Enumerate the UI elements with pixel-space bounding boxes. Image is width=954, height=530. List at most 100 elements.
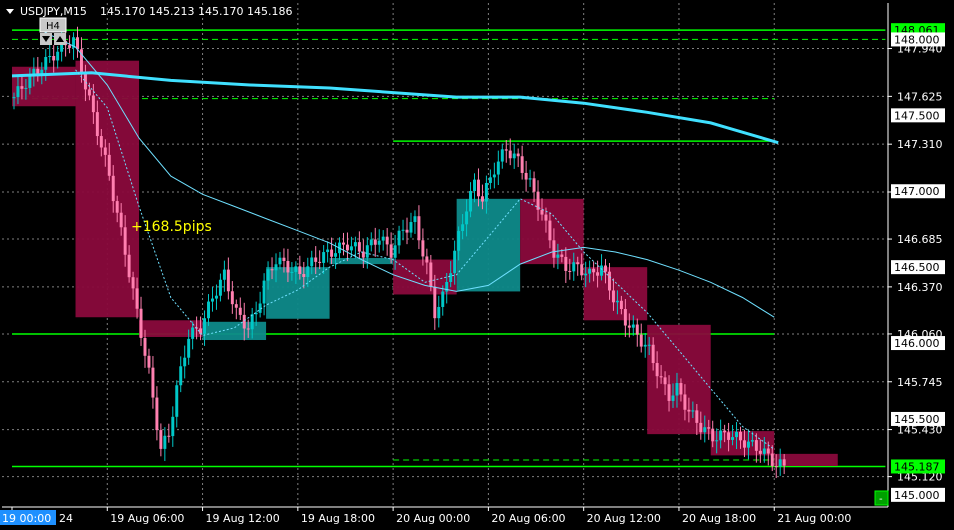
- candle-up: [262, 280, 266, 304]
- candle-down: [766, 448, 770, 454]
- candle-up: [294, 266, 298, 272]
- candle-down: [135, 288, 139, 309]
- candle-down: [576, 262, 580, 265]
- chart-header: USDJPY,M15 145.170 145.213 145.170 145.1…: [6, 5, 292, 18]
- price-chart[interactable]: 147.940147.625147.310146.995146.685146.3…: [0, 0, 954, 530]
- candle-down: [151, 367, 155, 398]
- candle-down: [318, 261, 322, 263]
- pips-annotation: +168.5pips: [131, 219, 212, 235]
- candle-down: [655, 363, 659, 377]
- y-tick-label: 146.370: [897, 281, 943, 294]
- candle-down: [52, 56, 56, 61]
- candle-down: [91, 95, 95, 113]
- candle-down: [758, 450, 762, 454]
- candle-up: [222, 269, 226, 280]
- candle-down: [270, 269, 274, 271]
- candle-down: [167, 435, 171, 437]
- candle-down: [282, 257, 286, 261]
- candle-down: [679, 383, 683, 395]
- candle-up: [675, 383, 679, 396]
- candle-up: [528, 178, 532, 180]
- ohlc-readout: 145.170 145.213 145.170 145.186: [100, 5, 292, 18]
- candle-down: [159, 430, 163, 449]
- candle-up: [473, 179, 476, 192]
- candle-down: [302, 273, 306, 278]
- candle-up: [441, 291, 445, 307]
- candle-down: [330, 249, 334, 257]
- candle-up: [401, 229, 405, 231]
- candle-down: [480, 196, 484, 202]
- candle-down: [548, 220, 552, 241]
- candle-up: [203, 318, 207, 334]
- x-tick-label: 19 Aug 18:00: [301, 512, 375, 525]
- candle-up: [214, 295, 218, 299]
- candle-up: [349, 246, 353, 251]
- candle-up: [306, 266, 310, 278]
- candle-up: [615, 300, 619, 303]
- candle-up: [48, 56, 52, 58]
- candle-up: [393, 245, 397, 258]
- candle-down: [604, 265, 607, 272]
- candle-up: [397, 230, 401, 246]
- x-axis-highlight-label: 19 00:00: [2, 512, 51, 525]
- candle-up: [703, 427, 707, 433]
- candle-up: [365, 245, 369, 258]
- candle-up: [556, 254, 560, 258]
- price-label-text: 147.000: [894, 185, 940, 198]
- x-tick-label: 20 Aug 18:00: [682, 512, 756, 525]
- candle-down: [580, 264, 584, 276]
- candle-up: [647, 344, 651, 346]
- candle-down: [536, 191, 540, 210]
- candle-down: [667, 384, 671, 401]
- candle-down: [357, 242, 361, 252]
- candle-up: [12, 97, 16, 99]
- candle-up: [250, 314, 254, 330]
- price-label-text: 146.500: [894, 261, 940, 274]
- candle-up: [715, 440, 719, 442]
- candle-down: [524, 172, 528, 180]
- candle-up: [44, 56, 48, 70]
- candle-up: [512, 153, 516, 159]
- candle-down: [592, 268, 596, 273]
- candle-up: [211, 298, 214, 302]
- candle-up: [469, 191, 473, 212]
- x-tick-label: 20 Aug 00:00: [396, 512, 470, 525]
- candle-up: [16, 86, 20, 98]
- symbol-timeframe-label: USDJPY,M15: [20, 5, 87, 18]
- y-tick-label: 145.745: [897, 376, 943, 389]
- candle-down: [234, 304, 238, 308]
- candle-up: [762, 448, 766, 454]
- candle-down: [627, 325, 631, 328]
- candle-down: [754, 440, 758, 451]
- candle-up: [310, 257, 314, 267]
- candle-up: [453, 250, 457, 274]
- candle-down: [342, 242, 345, 245]
- candle-up: [369, 239, 373, 246]
- candle-down: [476, 179, 480, 197]
- y-tick-label: 147.310: [897, 138, 943, 151]
- candle-up: [179, 366, 183, 386]
- candle-down: [246, 328, 250, 330]
- candle-down: [230, 291, 234, 305]
- candle-down: [389, 244, 393, 258]
- candle-down: [143, 338, 147, 356]
- candle-up: [671, 395, 675, 401]
- candle-up: [600, 265, 604, 276]
- price-label-text: 147.500: [894, 109, 940, 122]
- candle-up: [218, 279, 222, 296]
- candle-down: [568, 270, 572, 272]
- candle-up: [437, 306, 441, 319]
- candle-up: [322, 252, 326, 263]
- candle-up: [746, 441, 750, 448]
- candle-down: [651, 344, 655, 364]
- candle-down: [87, 89, 91, 96]
- candle-down: [429, 262, 433, 287]
- corner-button[interactable]: -: [874, 490, 889, 506]
- candle-down: [699, 422, 703, 433]
- candle-down: [695, 410, 699, 423]
- candle-down: [560, 254, 564, 257]
- timeframe-badge-label: H4: [46, 21, 60, 32]
- candle-up: [500, 149, 504, 162]
- candle-down: [508, 150, 512, 159]
- candle-down: [687, 409, 691, 412]
